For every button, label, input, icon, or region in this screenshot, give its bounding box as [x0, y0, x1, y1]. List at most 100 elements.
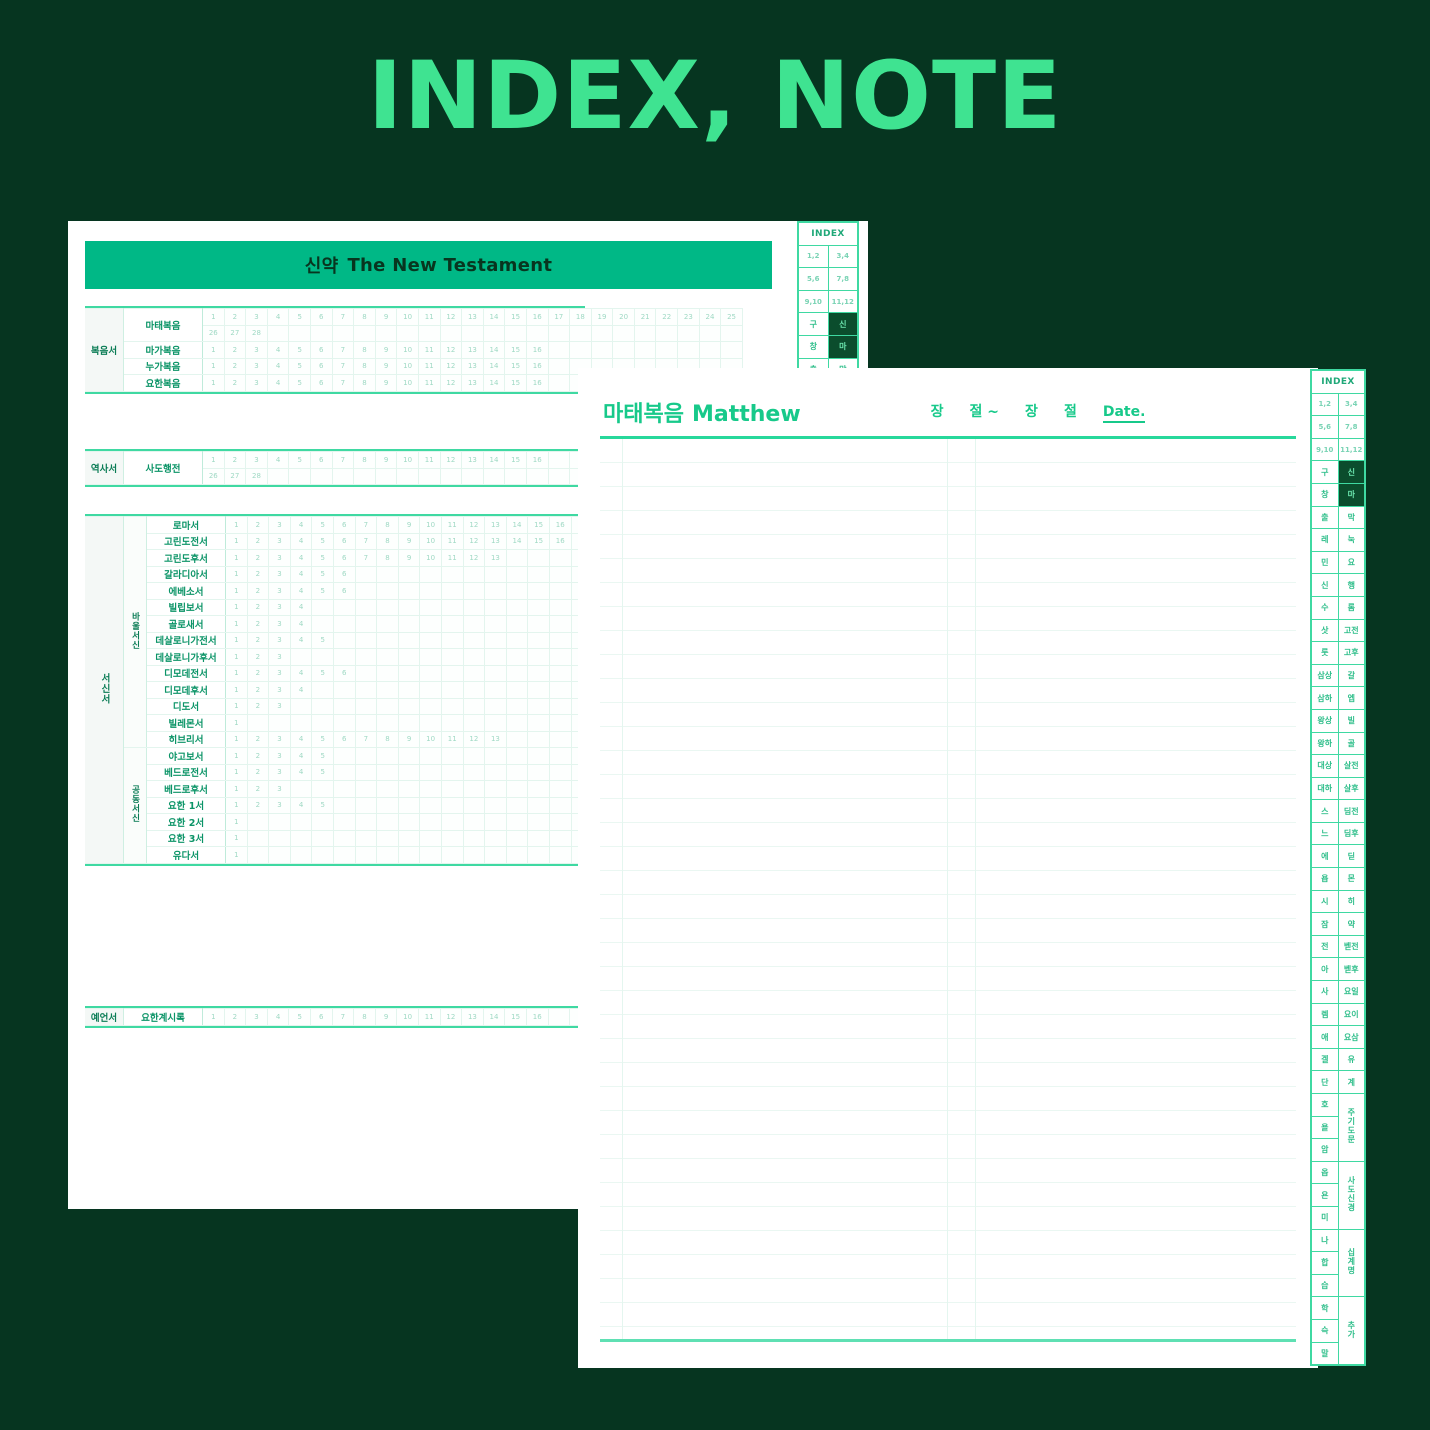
- note-line[interactable]: [600, 919, 1296, 943]
- chapter-cell[interactable]: [354, 565, 378, 583]
- index-book-cell-ot[interactable]: 학: [1311, 1296, 1339, 1320]
- index-number-cell[interactable]: 9,10: [798, 289, 829, 314]
- chapter-cell[interactable]: [376, 813, 399, 831]
- index-book-cell-ot[interactable]: 나: [1311, 1228, 1339, 1253]
- chapter-cell[interactable]: 5: [311, 796, 334, 814]
- chapter-cell[interactable]: 1: [225, 664, 248, 682]
- index-number-cell[interactable]: 1,2: [1311, 392, 1339, 417]
- chapter-cell[interactable]: [376, 664, 399, 682]
- index-book-cell-ot[interactable]: 대상: [1311, 754, 1339, 778]
- chapter-cell[interactable]: [677, 341, 700, 359]
- chapter-cell[interactable]: [548, 549, 572, 567]
- chapter-cell[interactable]: 3: [268, 664, 291, 682]
- chapter-cell[interactable]: [440, 615, 464, 633]
- note-line[interactable]: [600, 871, 1296, 895]
- chapter-cell[interactable]: [569, 324, 592, 342]
- chapter-cell[interactable]: [397, 846, 421, 864]
- chapter-cell[interactable]: [311, 681, 334, 699]
- chapter-cell[interactable]: [311, 615, 334, 633]
- chapter-cell[interactable]: [505, 730, 529, 748]
- chapter-cell[interactable]: 1: [225, 730, 248, 748]
- chapter-cell[interactable]: 16: [548, 532, 572, 550]
- chapter-cell[interactable]: [440, 714, 464, 732]
- chapter-cell[interactable]: [461, 324, 484, 342]
- chapter-cell[interactable]: [419, 631, 442, 649]
- chapter-cell[interactable]: 13: [461, 451, 484, 469]
- chapter-cell[interactable]: [397, 780, 421, 798]
- chapter-cell[interactable]: [462, 582, 486, 600]
- book-name-cell[interactable]: 빌립보서: [146, 598, 226, 616]
- index-book-cell-nt[interactable]: 추가: [1337, 1296, 1365, 1366]
- note-line[interactable]: [600, 799, 1296, 823]
- index-book-cell-ot[interactable]: 창: [1311, 482, 1339, 507]
- chapter-cell[interactable]: 3: [245, 451, 268, 469]
- chapter-cell[interactable]: 2: [246, 681, 270, 699]
- chapter-cell[interactable]: [376, 846, 399, 864]
- index-number-cell[interactable]: 7,8: [1337, 415, 1365, 439]
- chapter-cell[interactable]: [440, 681, 464, 699]
- index-book-cell-nt[interactable]: 마: [827, 334, 858, 359]
- chapter-cell[interactable]: [417, 467, 441, 485]
- chapter-cell[interactable]: 3: [268, 565, 291, 583]
- chapter-cell[interactable]: [311, 697, 334, 715]
- chapter-cell[interactable]: 15: [504, 308, 527, 326]
- chapter-cell[interactable]: 1: [225, 615, 248, 633]
- chapter-cell[interactable]: [354, 582, 378, 600]
- chapter-cell[interactable]: 27: [223, 467, 247, 485]
- book-name-cell[interactable]: 로마서: [146, 516, 226, 534]
- index-book-cell-nt[interactable]: 엡: [1337, 686, 1365, 710]
- chapter-cell[interactable]: 1: [225, 780, 248, 798]
- chapter-cell[interactable]: 1: [225, 549, 248, 567]
- chapter-cell[interactable]: [440, 565, 464, 583]
- chapter-cell[interactable]: [720, 324, 743, 342]
- index-book-cell-ot[interactable]: 룻: [1311, 641, 1339, 665]
- note-line[interactable]: [600, 1207, 1296, 1231]
- index-book-cell-ot[interactable]: 수: [1311, 595, 1339, 620]
- chapter-cell[interactable]: 9: [397, 516, 421, 534]
- chapter-cell[interactable]: [397, 813, 421, 831]
- note-line[interactable]: [600, 535, 1296, 559]
- chapter-cell[interactable]: 5: [311, 747, 334, 765]
- chapter-cell[interactable]: [612, 341, 635, 359]
- chapter-cell[interactable]: [527, 747, 550, 765]
- chapter-cell[interactable]: 27: [223, 324, 247, 342]
- chapter-cell[interactable]: [268, 829, 291, 847]
- chapter-cell[interactable]: [354, 747, 378, 765]
- chapter-cell[interactable]: [354, 829, 378, 847]
- chapter-cell[interactable]: [266, 324, 290, 342]
- chapter-cell[interactable]: [419, 763, 442, 781]
- chapter-cell[interactable]: [525, 324, 549, 342]
- chapter-cell[interactable]: [484, 714, 507, 732]
- chapter-cell[interactable]: 11: [417, 1008, 441, 1026]
- chapter-cell[interactable]: [505, 549, 529, 567]
- chapter-cell[interactable]: 2: [246, 631, 270, 649]
- chapter-cell[interactable]: [396, 467, 419, 485]
- chapter-cell[interactable]: 4: [289, 549, 313, 567]
- note-line[interactable]: [600, 1255, 1296, 1279]
- chapter-cell[interactable]: [440, 829, 464, 847]
- chapter-cell[interactable]: [505, 681, 529, 699]
- chapter-cell[interactable]: 8: [353, 308, 376, 326]
- chapter-cell[interactable]: [548, 648, 572, 666]
- book-name-cell[interactable]: 사도행전: [123, 451, 203, 485]
- chapter-cell[interactable]: 2: [223, 374, 247, 392]
- index-book-cell-ot[interactable]: 출: [1311, 505, 1339, 530]
- book-name-cell[interactable]: 마가복음: [123, 341, 203, 359]
- chapter-cell[interactable]: [505, 615, 529, 633]
- chapter-cell[interactable]: 7: [331, 1008, 355, 1026]
- chapter-cell[interactable]: [376, 780, 399, 798]
- index-book-cell-ot[interactable]: 대하: [1311, 776, 1339, 801]
- chapter-cell[interactable]: 2: [246, 747, 270, 765]
- chapter-cell[interactable]: 16: [548, 516, 572, 534]
- note-line[interactable]: [600, 1087, 1296, 1111]
- chapter-cell[interactable]: [419, 813, 442, 831]
- note-line[interactable]: [600, 1183, 1296, 1207]
- index-number-cell[interactable]: 7,8: [827, 267, 858, 291]
- chapter-cell[interactable]: [354, 631, 378, 649]
- chapter-cell[interactable]: 16: [525, 308, 549, 326]
- index-book-cell-nt[interactable]: 요삼: [1337, 1025, 1365, 1049]
- chapter-cell[interactable]: [569, 341, 592, 359]
- chapter-cell[interactable]: [397, 631, 421, 649]
- chapter-cell[interactable]: [527, 796, 550, 814]
- chapter-cell[interactable]: [419, 780, 442, 798]
